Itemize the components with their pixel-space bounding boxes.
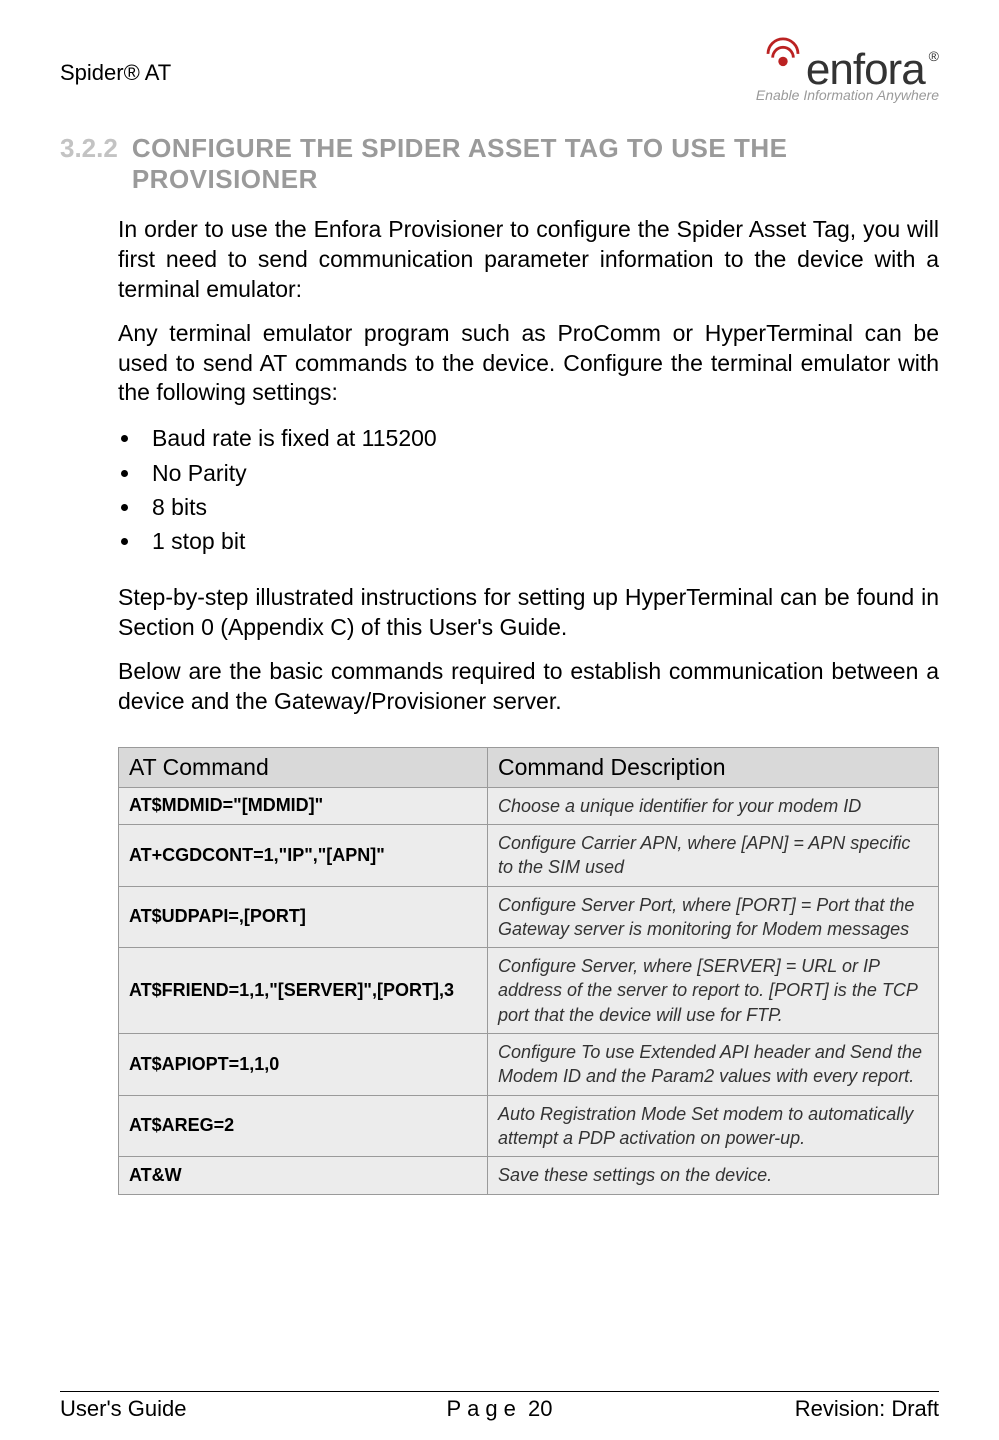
list-item: 8 bits <box>142 491 939 523</box>
table-row: AT$MDMID="[MDMID]" Choose a unique ident… <box>119 787 939 824</box>
paragraph: Any terminal emulator program such as Pr… <box>118 319 939 409</box>
description-cell: Save these settings on the device. <box>488 1157 939 1194</box>
section-title: CONFIGURE THE SPIDER ASSET TAG TO USE TH… <box>132 133 939 195</box>
at-command-table: AT Command Command Description AT$MDMID=… <box>118 747 939 1195</box>
table-row: AT$UDPAPI=,[PORT] Configure Server Port,… <box>119 886 939 948</box>
table-row: AT+CGDCONT=1,"IP","[APN]" Configure Carr… <box>119 824 939 886</box>
table-row: AT&W Save these settings on the device. <box>119 1157 939 1194</box>
paragraph: In order to use the Enfora Provisioner t… <box>118 215 939 305</box>
footer-divider <box>60 1391 939 1392</box>
table-body: AT$MDMID="[MDMID]" Choose a unique ident… <box>119 787 939 1194</box>
section-number: 3.2.2 <box>60 133 118 164</box>
signal-arc-icon <box>764 37 802 67</box>
page-label: Page <box>447 1396 522 1421</box>
command-cell: AT$FRIEND=1,1,"[SERVER]",[PORT],3 <box>119 948 488 1034</box>
logo-tagline: Enable Information Anywhere <box>756 87 939 103</box>
settings-bullet-list: Baud rate is fixed at 115200 No Parity 8… <box>142 422 939 557</box>
description-cell: Configure Carrier APN, where [APN] = APN… <box>488 824 939 886</box>
description-cell: Configure Server Port, where [PORT] = Po… <box>488 886 939 948</box>
description-cell: Choose a unique identifier for your mode… <box>488 787 939 824</box>
description-cell: Configure To use Extended API header and… <box>488 1034 939 1096</box>
body-content: In order to use the Enfora Provisioner t… <box>60 215 939 1195</box>
page-number: 20 <box>528 1396 552 1421</box>
section-heading: 3.2.2 CONFIGURE THE SPIDER ASSET TAG TO … <box>60 133 939 195</box>
command-cell: AT&W <box>119 1157 488 1194</box>
list-item: No Parity <box>142 457 939 489</box>
document-page: Spider® AT enfora ® Enable Information A… <box>0 0 999 1440</box>
page-header: Spider® AT enfora ® Enable Information A… <box>60 45 939 103</box>
command-cell: AT+CGDCONT=1,"IP","[APN]" <box>119 824 488 886</box>
table-row: AT$APIOPT=1,1,0 Configure To use Extende… <box>119 1034 939 1096</box>
table-row: AT$AREG=2 Auto Registration Mode Set mod… <box>119 1095 939 1157</box>
table-header-command: AT Command <box>119 747 488 787</box>
description-cell: Auto Registration Mode Set modem to auto… <box>488 1095 939 1157</box>
command-cell: AT$MDMID="[MDMID]" <box>119 787 488 824</box>
paragraph: Step-by-step illustrated instructions fo… <box>118 583 939 643</box>
product-name: Spider® AT <box>60 45 171 86</box>
table-row: AT$FRIEND=1,1,"[SERVER]",[PORT],3 Config… <box>119 948 939 1034</box>
table-header-row: AT Command Command Description <box>119 747 939 787</box>
command-cell: AT$APIOPT=1,1,0 <box>119 1034 488 1096</box>
description-cell: Configure Server, where [SERVER] = URL o… <box>488 948 939 1034</box>
page-footer: User's Guide Page 20 Revision: Draft <box>60 1396 939 1422</box>
table-header-description: Command Description <box>488 747 939 787</box>
registered-mark-icon: ® <box>929 48 939 64</box>
command-cell: AT$UDPAPI=,[PORT] <box>119 886 488 948</box>
paragraph: Below are the basic commands required to… <box>118 657 939 717</box>
brand-logo: enfora ® Enable Information Anywhere <box>756 45 939 103</box>
list-item: 1 stop bit <box>142 525 939 557</box>
footer-center: Page 20 <box>60 1396 939 1422</box>
list-item: Baud rate is fixed at 115200 <box>142 422 939 454</box>
command-cell: AT$AREG=2 <box>119 1095 488 1157</box>
